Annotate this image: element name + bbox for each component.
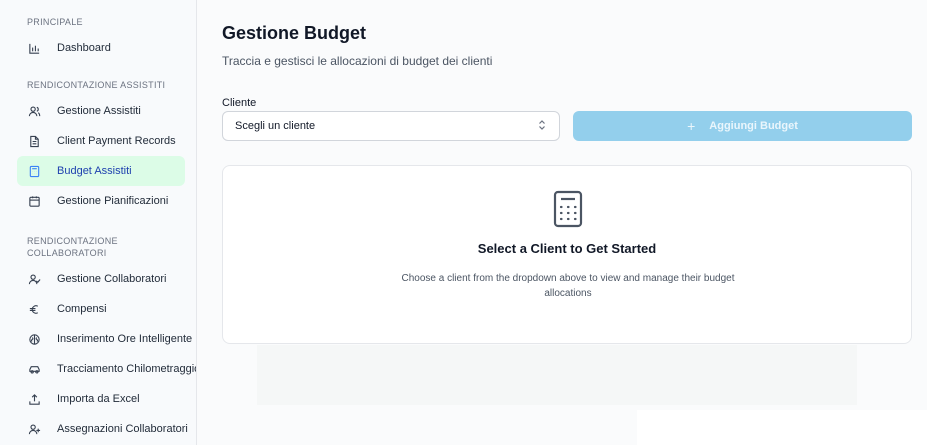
section-title-principale: PRINCIPALE — [27, 17, 83, 27]
add-budget-label: Aggiungi Budget — [709, 120, 798, 132]
page-subtitle: Traccia e gestisci le allocazioni di bud… — [222, 54, 493, 68]
user-check-icon — [27, 272, 41, 286]
sidebar-item-label: Inserimento Ore Intelligente — [57, 333, 193, 345]
app-window: PRINCIPALE Dashboard RENDICONTAZIONE ASS… — [0, 0, 927, 445]
client-field-label: Cliente — [222, 97, 257, 109]
sidebar-item-label: Gestione Assistiti — [57, 105, 141, 117]
users-icon — [27, 104, 41, 118]
euro-icon — [27, 302, 41, 316]
car-icon — [27, 362, 41, 376]
sidebar-item-inserimento-ore[interactable]: Inserimento Ore Intelligente — [17, 324, 192, 354]
background-panel — [637, 410, 927, 445]
calculator-icon — [27, 164, 41, 178]
empty-state-description: Choose a client from the dropdown above … — [401, 273, 735, 299]
sidebar-nav: PRINCIPALE Dashboard RENDICONTAZIONE ASS… — [0, 16, 196, 444]
sidebar-item-gestione-pianificazioni[interactable]: Gestione Pianificazioni — [17, 186, 185, 216]
sidebar-item-assegnazioni-collaboratori[interactable]: Assegnazioni Collaboratori — [17, 414, 188, 444]
add-budget-button[interactable]: + Aggiungi Budget — [573, 111, 912, 141]
sidebar-item-label: Budget Assistiti — [57, 165, 132, 177]
sidebar-item-dashboard[interactable]: Dashboard — [17, 33, 185, 63]
sidebar: PRINCIPALE Dashboard RENDICONTAZIONE ASS… — [0, 0, 197, 445]
empty-state-title: Select a Client to Get Started — [477, 241, 657, 256]
section-title-assistiti: RENDICONTAZIONE ASSISTITI — [27, 80, 166, 90]
sidebar-item-label: Gestione Collaboratori — [57, 273, 167, 285]
upload-icon — [27, 392, 41, 406]
sidebar-item-compensi[interactable]: Compensi — [17, 294, 185, 324]
main-content: Gestione Budget Traccia e gestisci le al… — [197, 0, 927, 445]
calendar-icon — [27, 194, 41, 208]
sidebar-item-gestione-collaboratori[interactable]: Gestione Collaboratori — [17, 264, 185, 294]
plus-icon: + — [687, 118, 696, 134]
sidebar-item-label: Assegnazioni Collaboratori — [57, 423, 188, 435]
section-title-collaboratori: RENDICONTAZIONE COLLABORATORI — [27, 236, 118, 258]
sidebar-item-budget-assistiti[interactable]: Budget Assistiti — [17, 156, 185, 186]
sidebar-item-client-payment-records[interactable]: Client Payment Records — [17, 126, 185, 156]
client-select[interactable]: Scegli un cliente — [222, 111, 560, 141]
brain-icon — [27, 332, 41, 346]
sidebar-item-gestione-assistiti[interactable]: Gestione Assistiti — [17, 96, 185, 126]
chevron-up-down-icon — [537, 119, 547, 134]
calculator-icon — [553, 190, 583, 228]
sidebar-item-importa-excel[interactable]: Importa da Excel — [17, 384, 185, 414]
empty-state-card: Select a Client to Get Started Choose a … — [222, 165, 912, 344]
sidebar-item-label: Importa da Excel — [57, 393, 140, 405]
sidebar-item-label: Tracciamento Chilometraggio — [57, 363, 197, 375]
background-decoration — [257, 345, 857, 405]
sidebar-item-label: Gestione Pianificazioni — [57, 195, 169, 207]
client-select-value: Scegli un cliente — [235, 120, 316, 132]
sidebar-item-label: Compensi — [57, 303, 107, 315]
document-icon — [27, 134, 41, 148]
sidebar-item-tracciamento-chilometraggio[interactable]: Tracciamento Chilometraggio — [17, 354, 196, 384]
sidebar-item-label: Client Payment Records — [57, 135, 176, 147]
bar-chart-icon — [27, 41, 41, 55]
user-plus-icon — [27, 422, 41, 436]
page-title: Gestione Budget — [222, 23, 367, 43]
sidebar-item-label: Dashboard — [57, 42, 111, 54]
